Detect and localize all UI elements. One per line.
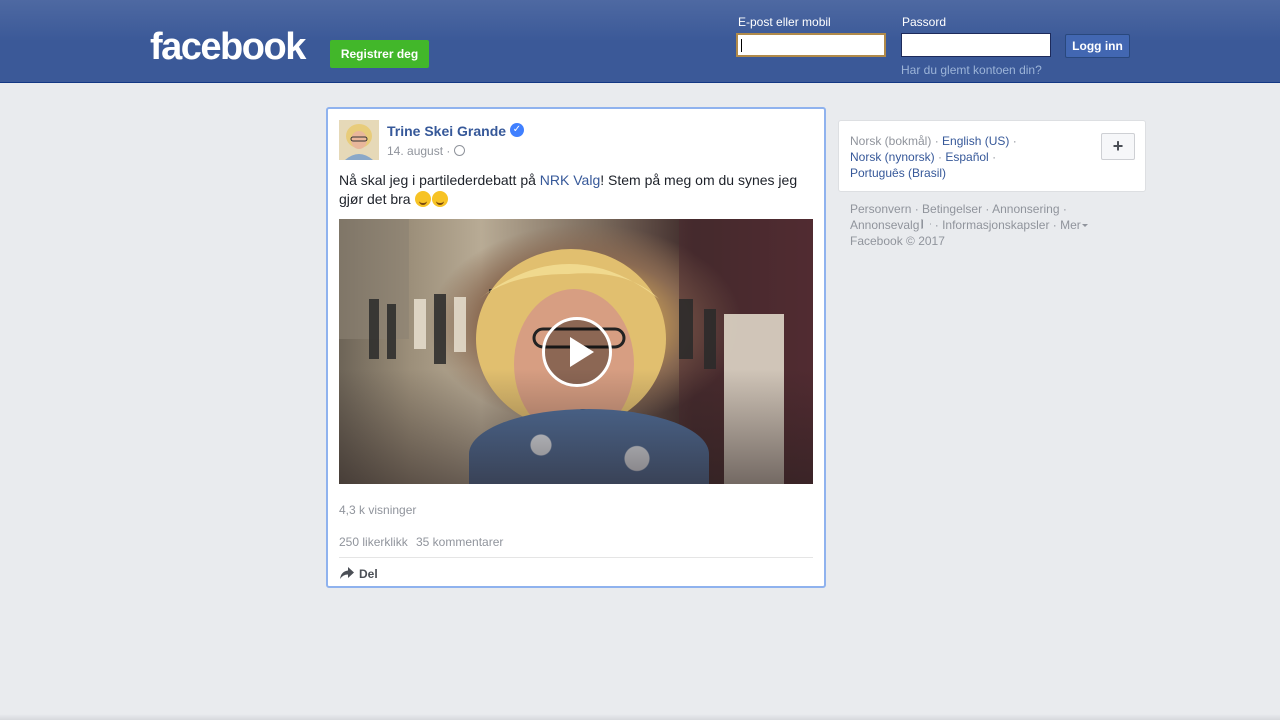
top-bar: facebook Registrer deg E-post eller mobi… bbox=[0, 0, 1280, 83]
language-portugues[interactable]: Português (Brasil) bbox=[850, 166, 946, 180]
more-languages-button[interactable]: + bbox=[1101, 133, 1135, 160]
post-date[interactable]: 14. august · bbox=[387, 144, 450, 158]
video-player[interactable] bbox=[339, 219, 813, 484]
footer-links: Personvern · Betingelser · Annonsering ·… bbox=[850, 201, 1110, 249]
post-text-start: Nå skal jeg i partilederdebatt på bbox=[339, 172, 540, 188]
globe-icon bbox=[454, 145, 465, 156]
current-language: Norsk (bokmål) bbox=[850, 134, 932, 148]
bottom-edge bbox=[0, 714, 1280, 720]
language-box: Norsk (bokmål) · English (US) · Norsk (n… bbox=[838, 120, 1146, 192]
play-icon[interactable] bbox=[542, 317, 612, 387]
chevron-down-icon bbox=[1081, 224, 1088, 227]
footer-more[interactable]: Mer bbox=[1060, 218, 1081, 232]
footer-privacy[interactable]: Personvern bbox=[850, 202, 911, 216]
language-nynorsk[interactable]: Norsk (nynorsk) bbox=[850, 150, 935, 164]
post-text: Nå skal jeg i partilederdebatt på NRK Va… bbox=[339, 171, 815, 209]
email-label: E-post eller mobil bbox=[738, 15, 831, 29]
verified-badge-icon: ✓ bbox=[510, 123, 524, 137]
forgot-account-link[interactable]: Har du glemt kontoen din? bbox=[901, 63, 1042, 77]
copyright: Facebook © 2017 bbox=[850, 234, 945, 248]
author-name[interactable]: Trine Skei Grande bbox=[387, 123, 506, 139]
smiling-face-icon bbox=[415, 191, 432, 207]
text-caret bbox=[741, 39, 742, 52]
password-input[interactable] bbox=[901, 33, 1051, 57]
grinning-face-icon bbox=[432, 191, 449, 207]
footer-terms[interactable]: Betingelser bbox=[922, 202, 982, 216]
language-list: Norsk (bokmål) · English (US) · Norsk (n… bbox=[850, 134, 1017, 180]
divider bbox=[339, 557, 813, 558]
email-input[interactable] bbox=[736, 33, 886, 57]
likes-count[interactable]: 250 likerklikk bbox=[339, 535, 408, 549]
footer-advertising[interactable]: Annonsering bbox=[992, 202, 1059, 216]
view-count: 4,3 k visninger bbox=[339, 503, 417, 517]
language-english[interactable]: English (US) bbox=[942, 134, 1009, 148]
facebook-logo[interactable]: facebook bbox=[150, 27, 306, 67]
post-card: Trine Skei Grande ✓ 14. august · Nå skal… bbox=[326, 107, 826, 588]
adchoices-icon bbox=[921, 219, 932, 229]
footer-adchoices[interactable]: Annonsevalg bbox=[850, 218, 919, 232]
language-espanol[interactable]: Español bbox=[945, 150, 988, 164]
share-arrow-icon bbox=[340, 567, 354, 579]
author-avatar[interactable] bbox=[339, 120, 379, 160]
share-button[interactable]: Del bbox=[339, 566, 378, 582]
password-label: Passord bbox=[902, 15, 947, 29]
nrk-valg-link[interactable]: NRK Valg bbox=[540, 172, 600, 188]
register-button[interactable]: Registrer deg bbox=[330, 40, 429, 68]
footer-cookies[interactable]: Informasjonskapsler bbox=[942, 218, 1049, 232]
comments-count[interactable]: 35 kommentarer bbox=[416, 535, 503, 549]
login-button[interactable]: Logg inn bbox=[1065, 34, 1130, 58]
share-label: Del bbox=[359, 567, 378, 581]
